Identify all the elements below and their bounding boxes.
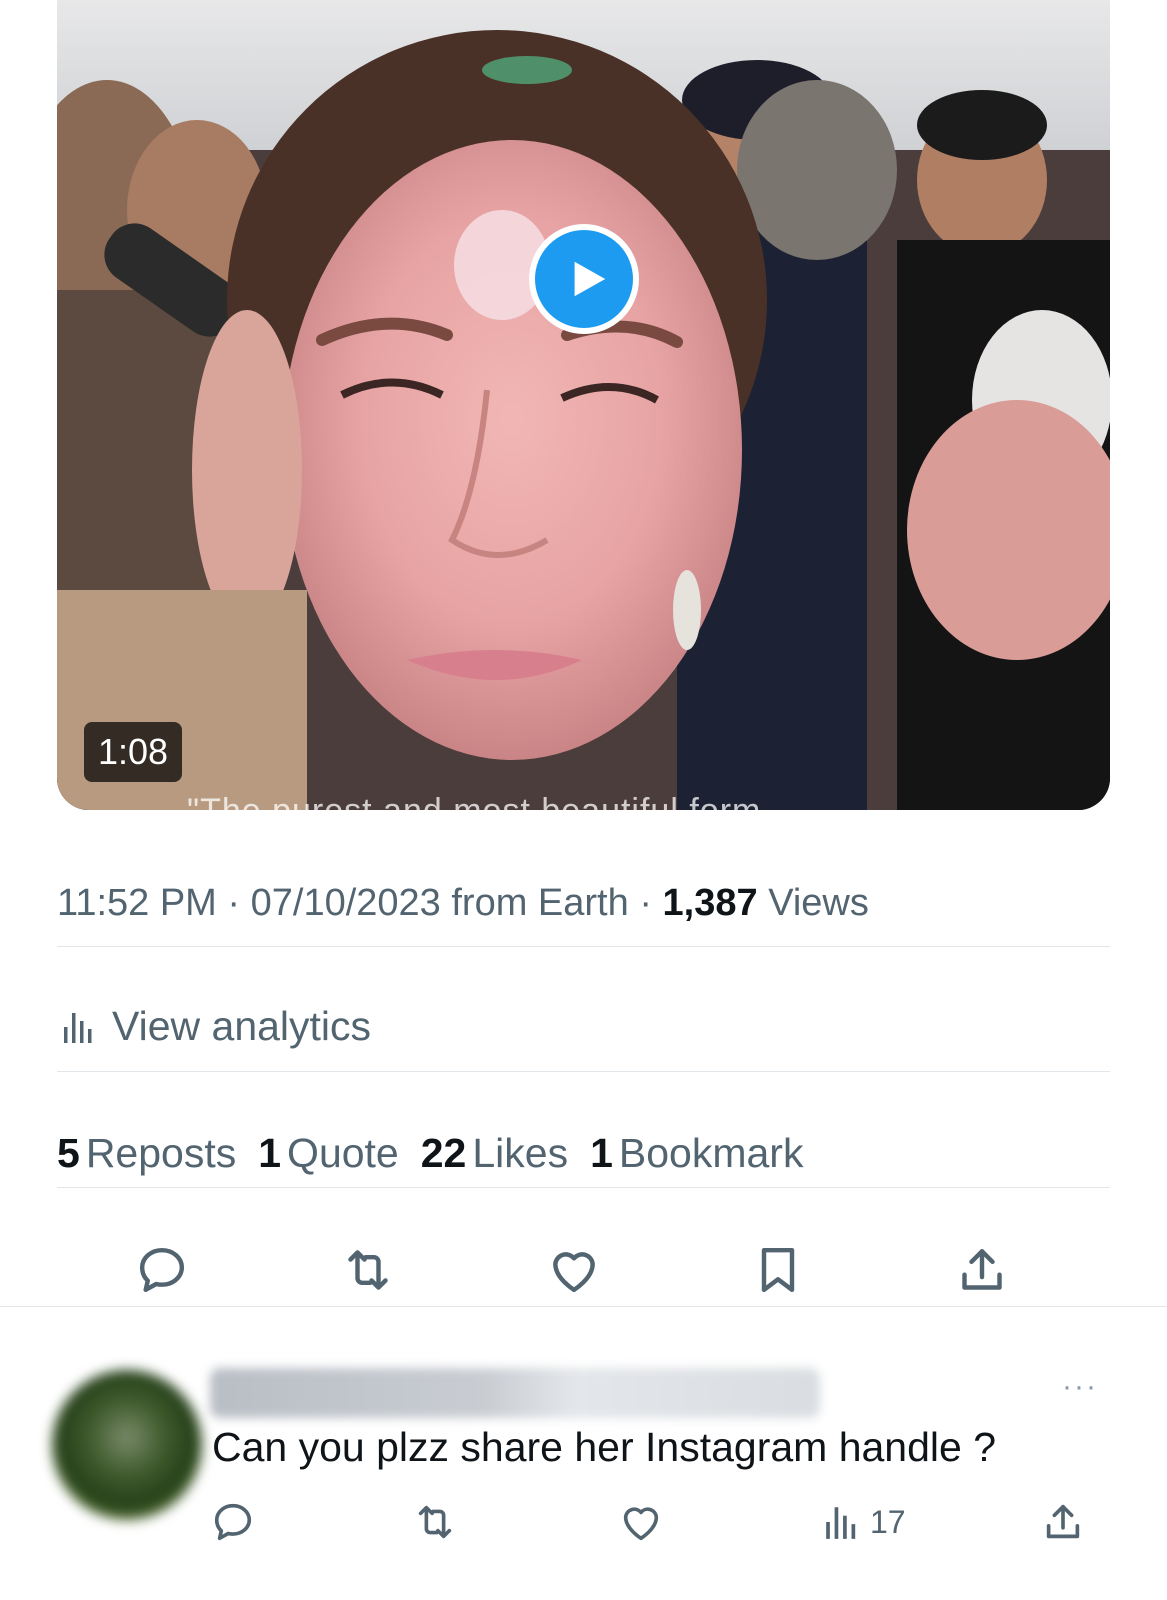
video-thumbnail (57, 0, 1110, 810)
bar-chart-icon (64, 1012, 92, 1043)
separator: · (216, 882, 251, 924)
share-button[interactable] (950, 1238, 1014, 1302)
views-count: 1,387 (662, 882, 758, 924)
view-analytics-label: View analytics (112, 1003, 372, 1049)
video-player[interactable]: 1:08 "The purest and most beautiful form (57, 0, 1110, 810)
reply-author-redacted (210, 1368, 820, 1418)
tweet-action-bar (0, 1238, 1167, 1308)
tweet-date[interactable]: 07/10/2023 (251, 882, 441, 924)
bookmark-icon (761, 1247, 795, 1293)
bookmark-button[interactable] (746, 1238, 810, 1302)
likes-count: 22 (420, 1130, 467, 1176)
video-caption: "The purest and most beautiful form (187, 792, 761, 810)
video-duration: 1:08 (84, 722, 183, 782)
divider (57, 1187, 1110, 1188)
reposts-label: Reposts (85, 1130, 237, 1176)
like-icon (623, 1507, 659, 1541)
like-icon (553, 1252, 595, 1293)
repost-button[interactable] (336, 1238, 400, 1302)
reposts-stat[interactable]: 5 Reposts (57, 1130, 236, 1177)
reply-icon (139, 1247, 185, 1293)
reply-text: Can you plzz share her Instagram handle … (212, 1424, 997, 1470)
reply-reply-button[interactable] (210, 1496, 256, 1548)
reply-action-bar: 17 (0, 1496, 1167, 1556)
repost-icon (418, 1505, 452, 1539)
tweet-time[interactable]: 11:52 PM (57, 882, 217, 924)
views-label: Views (757, 882, 869, 924)
likes-label: Likes (472, 1130, 569, 1176)
reply-icon (214, 1503, 252, 1541)
reply-button[interactable] (130, 1238, 194, 1302)
reply-repost-button[interactable] (412, 1496, 458, 1548)
bookmarks-label: Bookmark (618, 1130, 804, 1176)
play-icon (574, 261, 606, 297)
reposts-count: 5 (57, 1130, 80, 1176)
divider (57, 1071, 1110, 1072)
share-icon (1046, 1504, 1080, 1539)
view-analytics-link[interactable]: View analytics (62, 1003, 371, 1050)
tweet-source: from Earth (440, 882, 629, 924)
reply-share-button[interactable] (1040, 1496, 1086, 1548)
reply-views-button[interactable]: 17 (824, 1496, 906, 1548)
divider (57, 946, 1110, 947)
bookmarks-count: 1 (590, 1130, 613, 1176)
quotes-label: Quote (287, 1130, 399, 1176)
share-icon (962, 1249, 1002, 1290)
separator: · (628, 882, 663, 924)
quotes-stat[interactable]: 1 Quote (258, 1130, 399, 1177)
reply-like-button[interactable] (618, 1496, 664, 1548)
bar-chart-icon (826, 1507, 856, 1539)
reply-views-count: 17 (870, 1503, 906, 1540)
quotes-count: 1 (258, 1130, 282, 1176)
play-button[interactable] (529, 224, 639, 334)
engagement-stats: 5 Reposts 1 Quote 22 Likes 1 Bookmark (57, 1130, 803, 1177)
bookmarks-stat[interactable]: 1 Bookmark (590, 1130, 803, 1177)
tweet-meta: 11:52 PM · 07/10/2023 from Earth · 1,387… (57, 882, 869, 925)
like-button[interactable] (542, 1238, 606, 1302)
more-options-icon[interactable]: ··· (1062, 1370, 1098, 1404)
repost-icon (348, 1250, 388, 1290)
likes-stat[interactable]: 22 Likes (421, 1130, 568, 1177)
divider (0, 1306, 1167, 1307)
